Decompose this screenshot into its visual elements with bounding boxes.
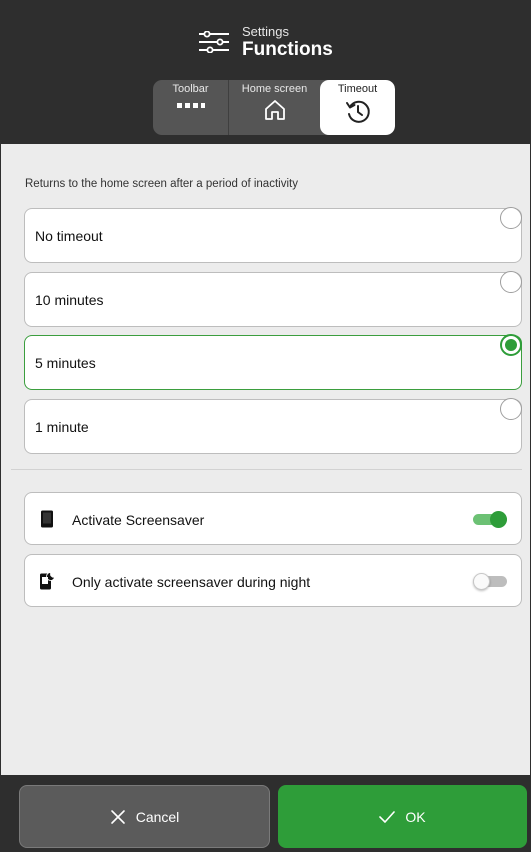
option-10-minutes[interactable]: 10 minutes	[24, 271, 522, 327]
tab-timeout-label: Timeout	[337, 83, 378, 95]
close-icon	[110, 809, 125, 824]
option-no-timeout[interactable]: No timeout	[24, 207, 522, 263]
sliders-icon	[199, 31, 229, 53]
toggle-label: Only activate screensaver during night	[72, 574, 311, 590]
night-screensaver-toggle[interactable]	[473, 573, 507, 590]
option-label: 10 minutes	[35, 292, 104, 308]
page-title: Functions	[242, 39, 333, 60]
ok-button[interactable]: OK	[278, 785, 527, 848]
option-5-minutes[interactable]: 5 minutes	[24, 334, 522, 390]
cancel-button[interactable]: Cancel	[19, 785, 270, 848]
option-label: 1 minute	[35, 419, 89, 435]
header-bar: Settings Functions Toolbar Home screen T	[1, 1, 530, 144]
option-label: No timeout	[35, 228, 103, 244]
toggle-knob	[490, 511, 507, 528]
history-clock-icon	[345, 100, 370, 123]
radio-button[interactable]	[500, 207, 522, 229]
section-divider	[11, 469, 522, 470]
tablet-night-icon	[40, 572, 55, 590]
footer-bar: Cancel OK	[1, 775, 530, 851]
radio-button[interactable]	[500, 398, 522, 420]
tab-home-screen[interactable]: Home screen	[228, 80, 320, 135]
tab-timeout[interactable]: Timeout	[320, 80, 395, 135]
screensaver-toggle[interactable]	[473, 511, 507, 528]
toggle-label: Activate Screensaver	[72, 512, 205, 528]
option-label: 5 minutes	[35, 355, 96, 371]
tablet-icon	[41, 510, 53, 528]
cancel-label: Cancel	[135, 808, 180, 825]
settings-dialog: Settings Functions Toolbar Home screen T	[0, 0, 531, 852]
check-icon	[379, 810, 396, 823]
tab-bar: Toolbar Home screen Timeout	[153, 80, 395, 135]
option-1-minute[interactable]: 1 minute	[24, 398, 522, 454]
toggle-knob	[473, 573, 490, 590]
toggle-row-screensaver[interactable]: Activate Screensaver	[24, 492, 522, 545]
tab-toolbar-label: Toolbar	[172, 83, 209, 95]
tab-home-label: Home screen	[241, 83, 308, 95]
toggle-row-night-screensaver[interactable]: Only activate screensaver during night	[24, 554, 522, 607]
tab-toolbar[interactable]: Toolbar	[153, 80, 228, 135]
header-subtitle: Settings	[242, 24, 289, 39]
timeout-description: Returns to the home screen after a perio…	[25, 178, 298, 190]
home-icon	[264, 100, 285, 120]
radio-button-selected[interactable]	[500, 334, 522, 356]
radio-button[interactable]	[500, 271, 522, 293]
ok-label: OK	[405, 808, 426, 825]
toolbar-dots-icon	[176, 103, 205, 108]
